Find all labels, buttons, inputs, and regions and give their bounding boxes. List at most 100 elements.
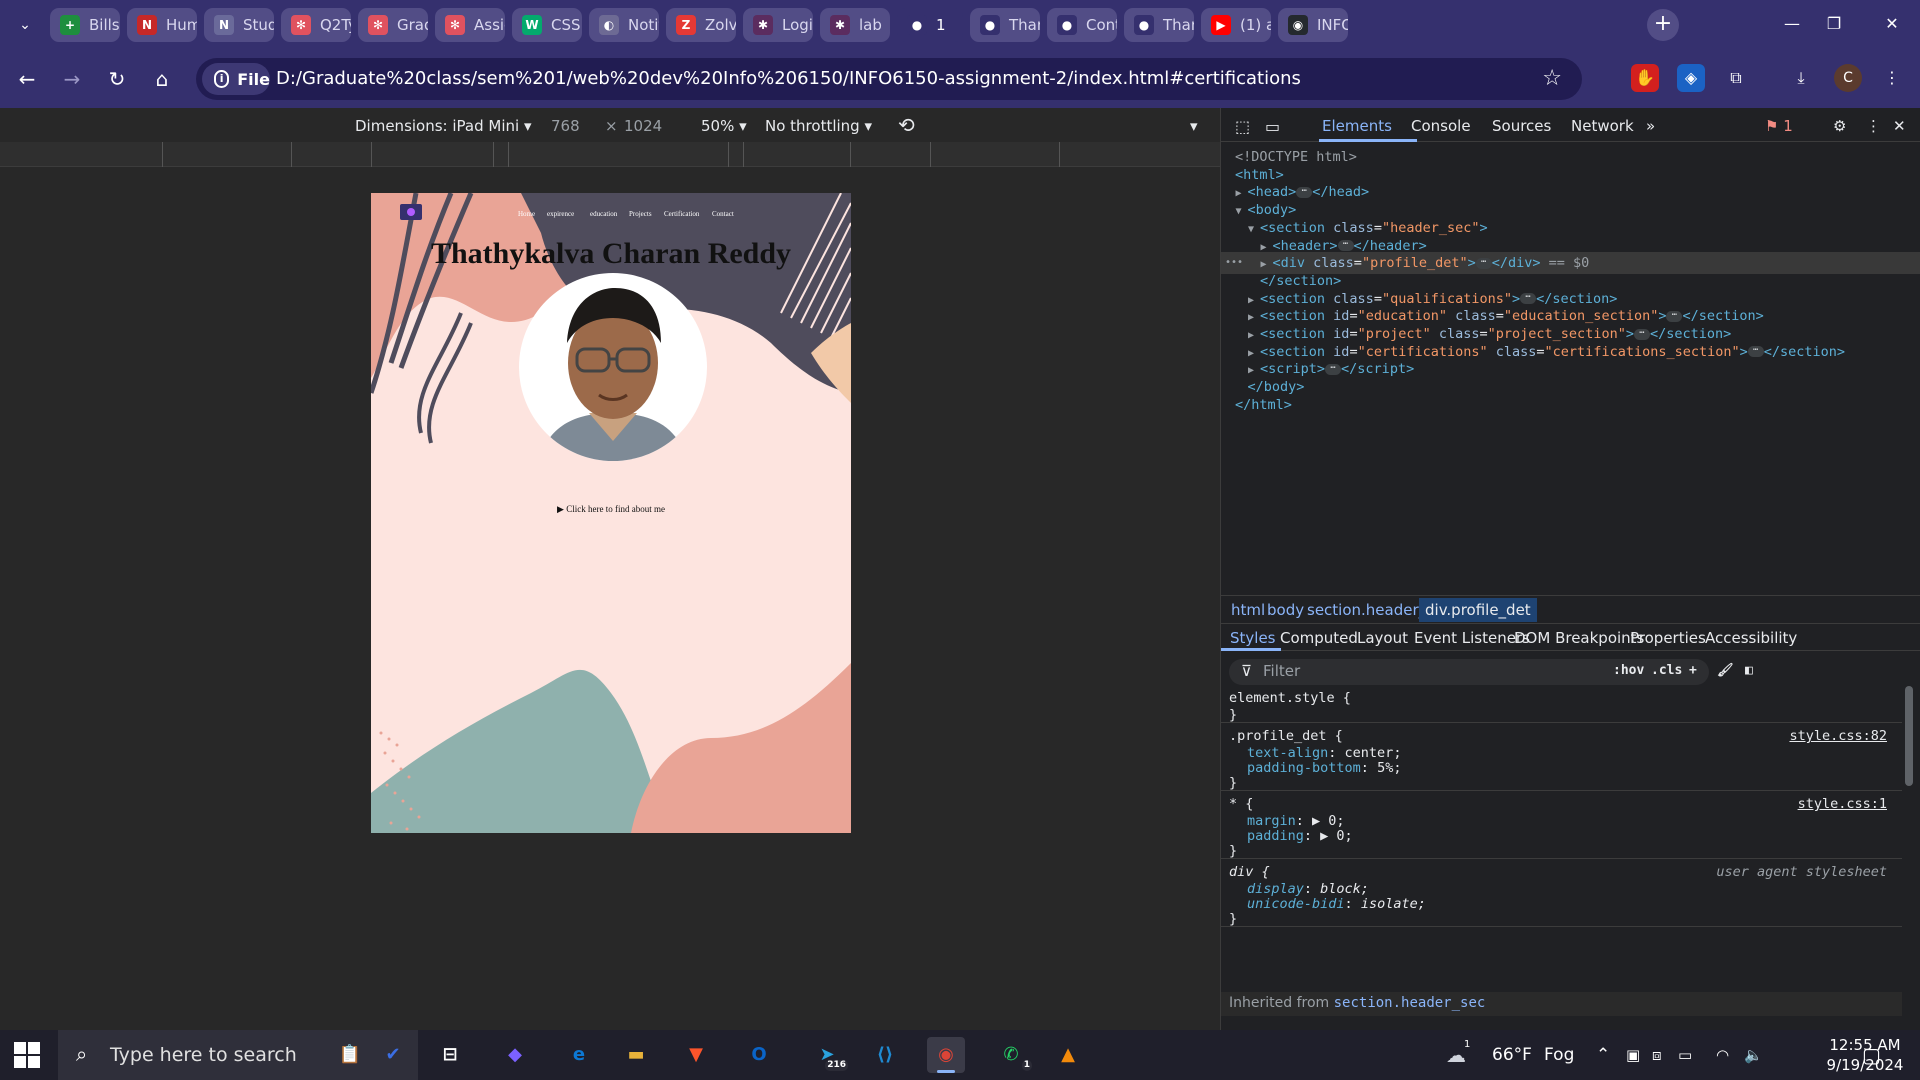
volume-icon[interactable]: 🔈 xyxy=(1744,1030,1763,1080)
close-window-button[interactable]: ✕ xyxy=(1864,0,1920,48)
edge-icon[interactable]: e xyxy=(560,1037,598,1073)
devtools-close-icon[interactable]: ✕ xyxy=(1893,117,1906,135)
device-height-input[interactable]: 1024 xyxy=(624,117,662,135)
vscode-icon[interactable]: ⟨⟩ xyxy=(866,1037,904,1073)
clipboard-icon[interactable]: 📋 xyxy=(331,1037,369,1073)
telegram-icon[interactable]: ➤ 216 xyxy=(808,1037,848,1073)
breadcrumb-body[interactable]: body xyxy=(1267,601,1304,619)
site-nav-certification[interactable]: Certification xyxy=(664,210,699,218)
devtools-settings-gear-icon[interactable]: ⚙ xyxy=(1833,117,1846,135)
css-selector[interactable]: element.style { xyxy=(1229,690,1899,708)
tab-computed[interactable]: Computed xyxy=(1280,629,1358,647)
profile-avatar[interactable]: C xyxy=(1834,64,1862,92)
explorer-icon[interactable]: ▬ xyxy=(617,1037,655,1073)
tab-console[interactable]: Console xyxy=(1411,117,1471,135)
inspect-element-icon[interactable]: ⬚ xyxy=(1235,117,1250,136)
task-view-icon[interactable]: ⊟ xyxy=(431,1037,469,1073)
copilot-icon[interactable]: ◆ xyxy=(496,1037,534,1073)
hover-state-button[interactable]: :hov xyxy=(1613,663,1644,678)
css-selector[interactable]: * {style.css:1 xyxy=(1229,796,1899,814)
breadcrumb-div-profile-det[interactable]: div.profile_det xyxy=(1419,598,1537,622)
extension-translate-icon[interactable]: ◈ xyxy=(1677,64,1705,92)
devtools-menu-icon[interactable]: ⋮ xyxy=(1866,117,1881,135)
todo-icon[interactable]: ✔ xyxy=(374,1037,412,1073)
tab-search-chevron-icon[interactable]: ⌄ xyxy=(12,12,38,38)
collapsed-content-icon[interactable]: ⋯ xyxy=(1296,186,1313,198)
css-selector[interactable]: div {user agent stylesheet xyxy=(1229,864,1899,882)
browser-tab[interactable]: ▶ (1) a xyxy=(1201,8,1271,42)
device-more-options-icon[interactable]: ▾ xyxy=(1190,117,1198,135)
site-nav-home[interactable]: Home xyxy=(518,210,535,218)
browser-tab[interactable]: ✻ Grad xyxy=(358,8,428,42)
site-nav-projects[interactable]: Projects xyxy=(629,210,652,218)
tab-accessibility[interactable]: Accessibility xyxy=(1705,629,1797,647)
tab-network[interactable]: Network xyxy=(1571,117,1634,135)
address-bar[interactable]: i File D:/Graduate%20class/sem%201/web%2… xyxy=(196,58,1582,100)
inherited-from-link[interactable]: section.header_sec xyxy=(1334,995,1486,1011)
rotate-icon[interactable]: ⟲ xyxy=(898,113,915,137)
wifi-icon[interactable]: ◠ xyxy=(1716,1030,1729,1080)
about-me-summary[interactable]: ▶ Click here to find about me xyxy=(371,504,851,515)
brave-icon[interactable]: ▼ xyxy=(677,1037,715,1073)
vlc-icon[interactable]: ▲ xyxy=(1049,1037,1087,1073)
styles-scrollbar[interactable] xyxy=(1902,666,1916,1030)
throttling-dropdown[interactable]: No throttling ▾ xyxy=(765,117,872,135)
zoom-dropdown[interactable]: 50% ▾ xyxy=(701,117,747,135)
device-width-input[interactable]: 768 xyxy=(551,117,580,135)
browser-tab[interactable]: ● Than xyxy=(970,8,1040,42)
browser-tab[interactable]: + Bills xyxy=(50,8,120,42)
new-tab-button[interactable]: + xyxy=(1647,9,1679,41)
chrome-icon[interactable]: ◉ xyxy=(927,1037,965,1073)
browser-tab[interactable]: ◐ Notif xyxy=(589,8,659,42)
collapsed-content-icon[interactable]: ⋯ xyxy=(1520,293,1537,305)
tab-dom-breakpoints[interactable]: DOM Breakpoints xyxy=(1514,629,1644,647)
url-text[interactable]: D:/Graduate%20class/sem%201/web%20dev%20… xyxy=(276,68,1301,89)
start-windows-icon[interactable] xyxy=(14,1042,40,1068)
stylesheet-link[interactable]: style.css:82 xyxy=(1789,728,1887,744)
site-nav-education[interactable]: education xyxy=(590,210,617,218)
css-selector[interactable]: .profile_det {style.css:82 xyxy=(1229,728,1899,746)
browser-tab[interactable]: ✱ lab xyxy=(820,8,890,42)
media-query-ruler[interactable] xyxy=(0,142,1220,167)
extension-shield-icon[interactable]: ✋ xyxy=(1631,64,1659,92)
tray-chevron-up-icon[interactable]: ⌃ xyxy=(1596,1030,1610,1080)
breadcrumb-html[interactable]: html xyxy=(1231,601,1265,619)
bookmark-star-icon[interactable]: ☆ xyxy=(1542,66,1562,91)
browser-tab[interactable]: ◉ INFO xyxy=(1278,8,1348,42)
browser-tab[interactable]: ✻ Assig xyxy=(435,8,505,42)
site-nav-contact[interactable]: Contact xyxy=(712,210,734,218)
battery-icon[interactable]: ▭ xyxy=(1678,1030,1692,1080)
paint-brush-icon[interactable]: 🖌 xyxy=(1717,663,1734,678)
forward-button[interactable]: → xyxy=(57,64,87,94)
dom-node[interactable]: </html> xyxy=(1221,394,1920,416)
browser-menu-icon[interactable]: ⋮ xyxy=(1878,64,1906,92)
outlook-icon[interactable]: O xyxy=(740,1037,778,1073)
back-button[interactable]: ← xyxy=(12,64,42,94)
whatsapp-icon[interactable]: ✆ 1 xyxy=(992,1037,1032,1073)
weather-temperature[interactable]: 66°F xyxy=(1492,1030,1532,1080)
more-tabs-button[interactable]: » xyxy=(1646,117,1655,135)
downloads-icon[interactable]: ⤓ xyxy=(1787,64,1815,92)
browser-tab[interactable]: ● Cont xyxy=(1047,8,1117,42)
device-dimensions-dropdown[interactable]: Dimensions: iPad Mini ▾ xyxy=(355,117,531,135)
tab-properties[interactable]: Properties xyxy=(1630,629,1706,647)
collapsed-content-icon[interactable]: ⋯ xyxy=(1475,257,1492,269)
browser-tab[interactable]: W CSS xyxy=(512,8,582,42)
home-button[interactable]: ⌂ xyxy=(147,64,177,94)
extensions-puzzle-icon[interactable]: ⧉ xyxy=(1722,64,1750,92)
weather-cloud-icon[interactable]: ☁ xyxy=(1446,1030,1466,1080)
tab-styles[interactable]: Styles xyxy=(1230,629,1276,647)
browser-tab[interactable]: ● Than xyxy=(1124,8,1194,42)
collapsed-content-icon[interactable]: ⋯ xyxy=(1325,363,1342,375)
tab-layout[interactable]: Layout xyxy=(1357,629,1408,647)
site-info-chip[interactable]: i File xyxy=(202,63,270,95)
tab-elements[interactable]: Elements xyxy=(1322,117,1392,135)
class-toggle-button[interactable]: .cls xyxy=(1651,663,1682,678)
notification-center-icon[interactable]: ▢ xyxy=(1862,1030,1881,1080)
site-nav-expirence[interactable]: expirence xyxy=(547,210,574,218)
issues-badge[interactable]: ⚑ 1 xyxy=(1765,117,1793,135)
weather-description[interactable]: Fog xyxy=(1544,1030,1574,1080)
browser-tab[interactable]: N Stude xyxy=(204,8,274,42)
tab-sources[interactable]: Sources xyxy=(1492,117,1551,135)
browser-tab[interactable]: Z Zolve xyxy=(666,8,736,42)
